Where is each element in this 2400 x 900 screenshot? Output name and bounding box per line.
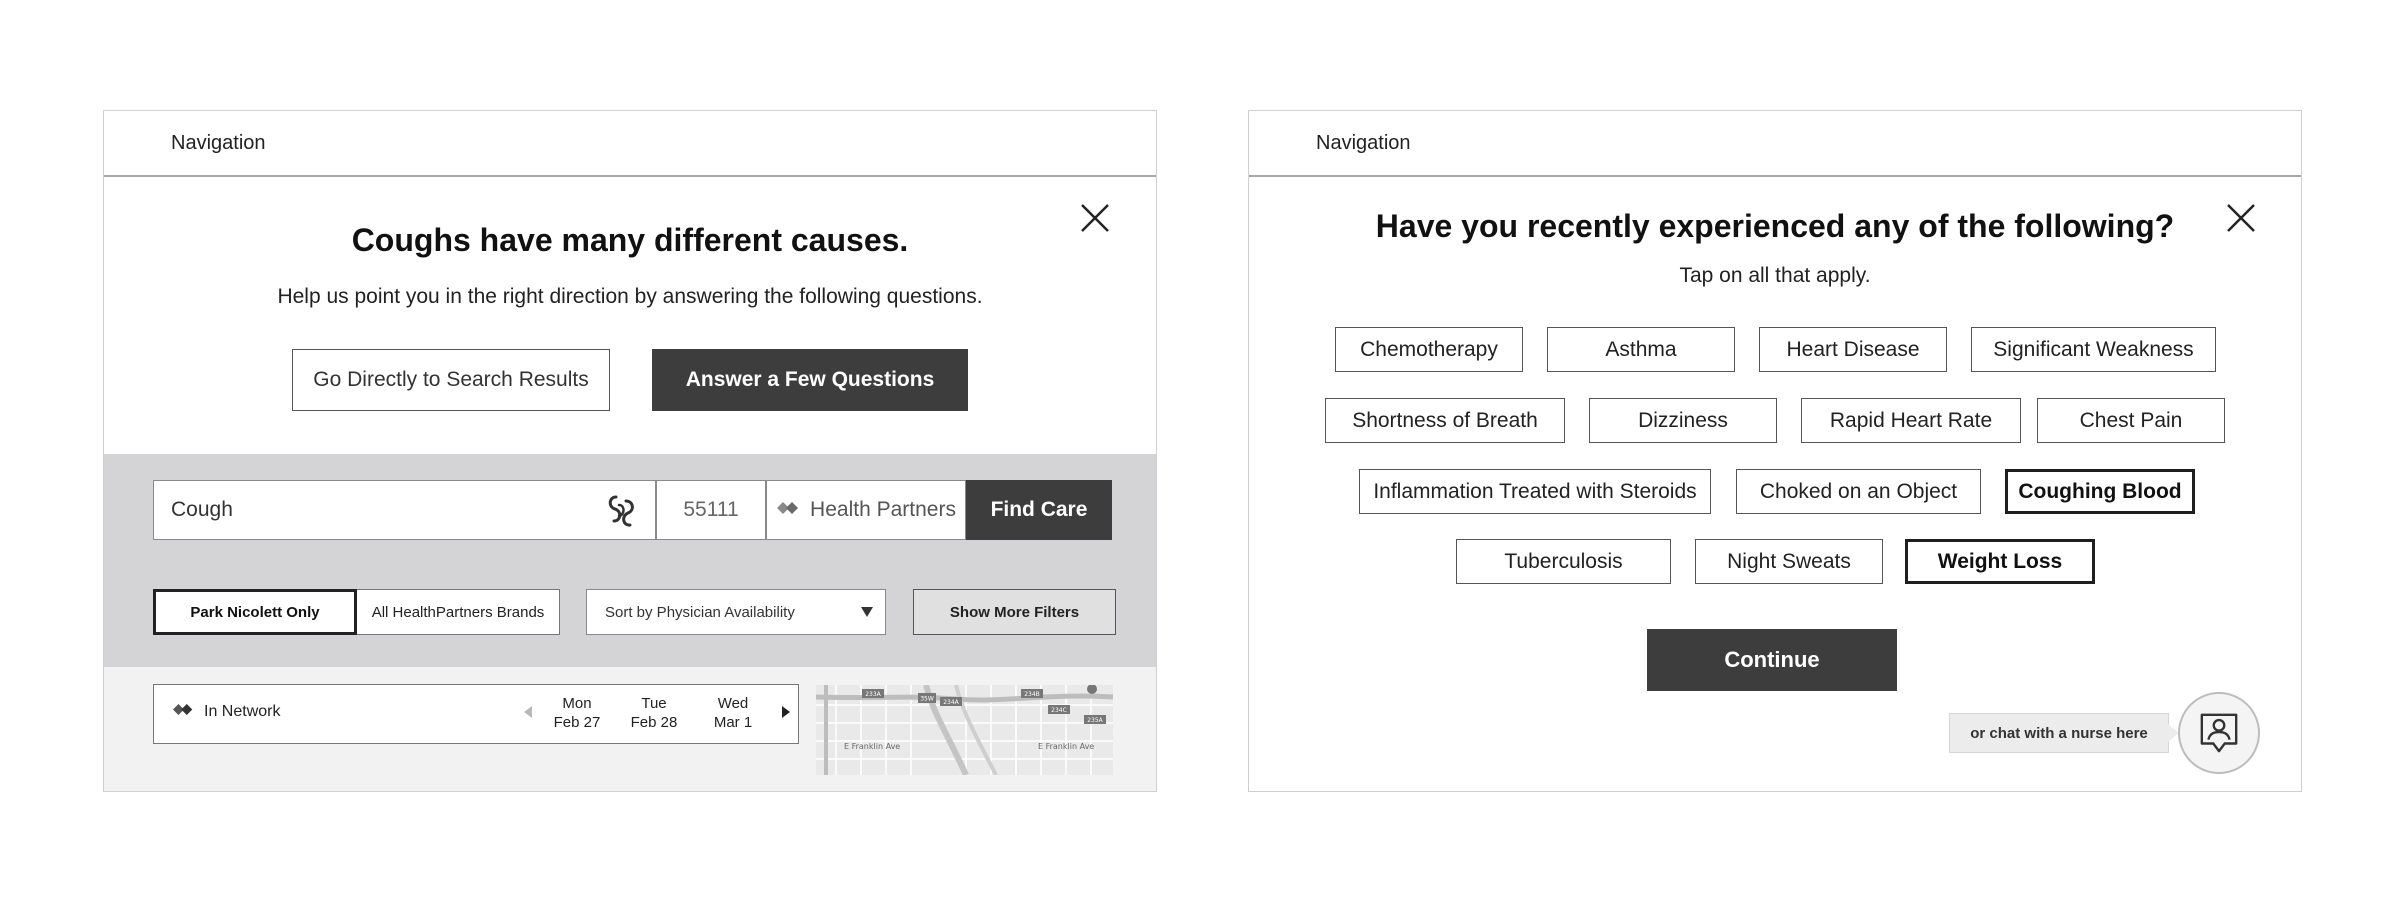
find-care-button[interactable]: Find Care bbox=[966, 480, 1112, 540]
health-plan-value: Health Partners bbox=[810, 498, 956, 521]
date-value: Mar 1 bbox=[713, 714, 753, 731]
search-bar-area: Cough 55111 Health Partners Find Care Pa… bbox=[104, 454, 1156, 667]
show-more-filters-button[interactable]: Show More Filters bbox=[913, 589, 1116, 635]
in-network-label: In Network bbox=[204, 703, 281, 720]
symptom-search-value: Cough bbox=[171, 498, 233, 521]
condition-chip-shortness-of-breath[interactable]: Shortness of Breath bbox=[1325, 398, 1565, 443]
date-day: Tue bbox=[641, 695, 667, 712]
zip-code-input[interactable]: 55111 bbox=[656, 480, 766, 540]
map-highway-label: 35W bbox=[920, 696, 934, 703]
map-exit-label: 234A bbox=[943, 699, 959, 706]
date-next-arrow-icon[interactable] bbox=[782, 706, 790, 718]
date-prev-arrow-icon[interactable] bbox=[524, 706, 532, 718]
condition-chip-choked-on-object[interactable]: Choked on an Object bbox=[1736, 469, 1981, 514]
condition-chip-asthma[interactable]: Asthma bbox=[1547, 327, 1735, 372]
symptom-search-input[interactable]: Cough bbox=[153, 480, 656, 540]
sort-select[interactable]: Sort by Physician Availability bbox=[586, 589, 886, 635]
zip-code-value: 55111 bbox=[683, 498, 739, 521]
continue-button[interactable]: Continue bbox=[1647, 629, 1897, 691]
park-nicollet-toggle[interactable]: Park Nicolett Only bbox=[153, 589, 357, 635]
date-value: Feb 27 bbox=[553, 714, 601, 731]
dropdown-arrow-icon bbox=[861, 607, 873, 617]
map-exit-label: 235A bbox=[1087, 717, 1103, 724]
condition-chip-heart-disease[interactable]: Heart Disease bbox=[1759, 327, 1947, 372]
condition-chip-significant-weakness[interactable]: Significant Weakness bbox=[1971, 327, 2216, 372]
page-subtitle: Tap on all that apply. bbox=[1679, 264, 1871, 287]
map-thumbnail[interactable]: 233A 35W 234A 234B 234C 235A E Franklin … bbox=[816, 685, 1113, 775]
chat-with-nurse-label: or chat with a nurse here bbox=[1970, 724, 2148, 742]
date-option-wed[interactable]: Wed Mar 1 bbox=[698, 694, 768, 732]
condition-chip-chest-pain[interactable]: Chest Pain bbox=[2037, 398, 2225, 443]
date-option-tue[interactable]: Tue Feb 28 bbox=[619, 694, 689, 732]
date-option-mon[interactable]: Mon Feb 27 bbox=[542, 694, 612, 732]
cough-intro-screen: Navigation Coughs have many different ca… bbox=[103, 110, 1157, 792]
result-card[interactable]: In Network Mon Feb 27 Tue Feb 28 Wed Mar… bbox=[153, 684, 799, 744]
sort-value: Sort by Physician Availability bbox=[605, 603, 795, 621]
navigation-label: Navigation bbox=[171, 132, 266, 154]
navigation-bar: Navigation bbox=[104, 111, 1156, 177]
map-exit-label: 233A bbox=[865, 691, 881, 698]
results-preview: In Network Mon Feb 27 Tue Feb 28 Wed Mar… bbox=[104, 667, 1156, 791]
answer-questions-button[interactable]: Answer a Few Questions bbox=[652, 349, 968, 411]
symptom-icon bbox=[605, 493, 639, 529]
condition-chip-rapid-heart-rate[interactable]: Rapid Heart Rate bbox=[1801, 398, 2021, 443]
navigation-bar: Navigation bbox=[1249, 111, 2301, 177]
page-title: Coughs have many different causes. bbox=[351, 222, 909, 258]
map-road-label: E Franklin Ave bbox=[1038, 742, 1094, 751]
map-road-label: E Franklin Ave bbox=[844, 742, 900, 751]
condition-chip-dizziness[interactable]: Dizziness bbox=[1589, 398, 1777, 443]
navigation-label: Navigation bbox=[1316, 132, 1411, 154]
condition-chip-inflammation-steroids[interactable]: Inflammation Treated with Steroids bbox=[1359, 469, 1711, 514]
in-network-icon bbox=[172, 702, 196, 722]
symptom-questions-screen: Navigation Have you recently experienced… bbox=[1248, 110, 2302, 792]
date-day: Mon bbox=[562, 695, 592, 712]
condition-chip-night-sweats[interactable]: Night Sweats bbox=[1695, 539, 1883, 584]
map-exit-label: 234C bbox=[1051, 707, 1067, 714]
date-day: Wed bbox=[717, 695, 749, 712]
page-subtitle: Help us point you in the right direction… bbox=[277, 285, 983, 308]
condition-chip-coughing-blood[interactable]: Coughing Blood bbox=[2005, 469, 2195, 514]
condition-chip-weight-loss[interactable]: Weight Loss bbox=[1905, 539, 2095, 584]
health-plan-select[interactable]: Health Partners bbox=[766, 480, 966, 540]
map-exit-label: 234B bbox=[1024, 691, 1040, 698]
healthpartners-logo-icon bbox=[776, 498, 802, 522]
condition-chip-chemotherapy[interactable]: Chemotherapy bbox=[1335, 327, 1523, 372]
condition-chip-tuberculosis[interactable]: Tuberculosis bbox=[1456, 539, 1671, 584]
chat-with-nurse-link[interactable]: or chat with a nurse here bbox=[1949, 713, 2179, 753]
page-title: Have you recently experienced any of the… bbox=[1375, 208, 2175, 244]
brand-toggle: Park Nicolett Only All HealthPartners Br… bbox=[153, 589, 560, 635]
search-results-button[interactable]: Go Directly to Search Results bbox=[292, 349, 610, 411]
nurse-avatar-icon[interactable] bbox=[2178, 692, 2260, 774]
all-brands-toggle[interactable]: All HealthPartners Brands bbox=[357, 589, 560, 635]
network-badge: In Network bbox=[172, 702, 280, 722]
date-value: Feb 28 bbox=[630, 714, 678, 731]
